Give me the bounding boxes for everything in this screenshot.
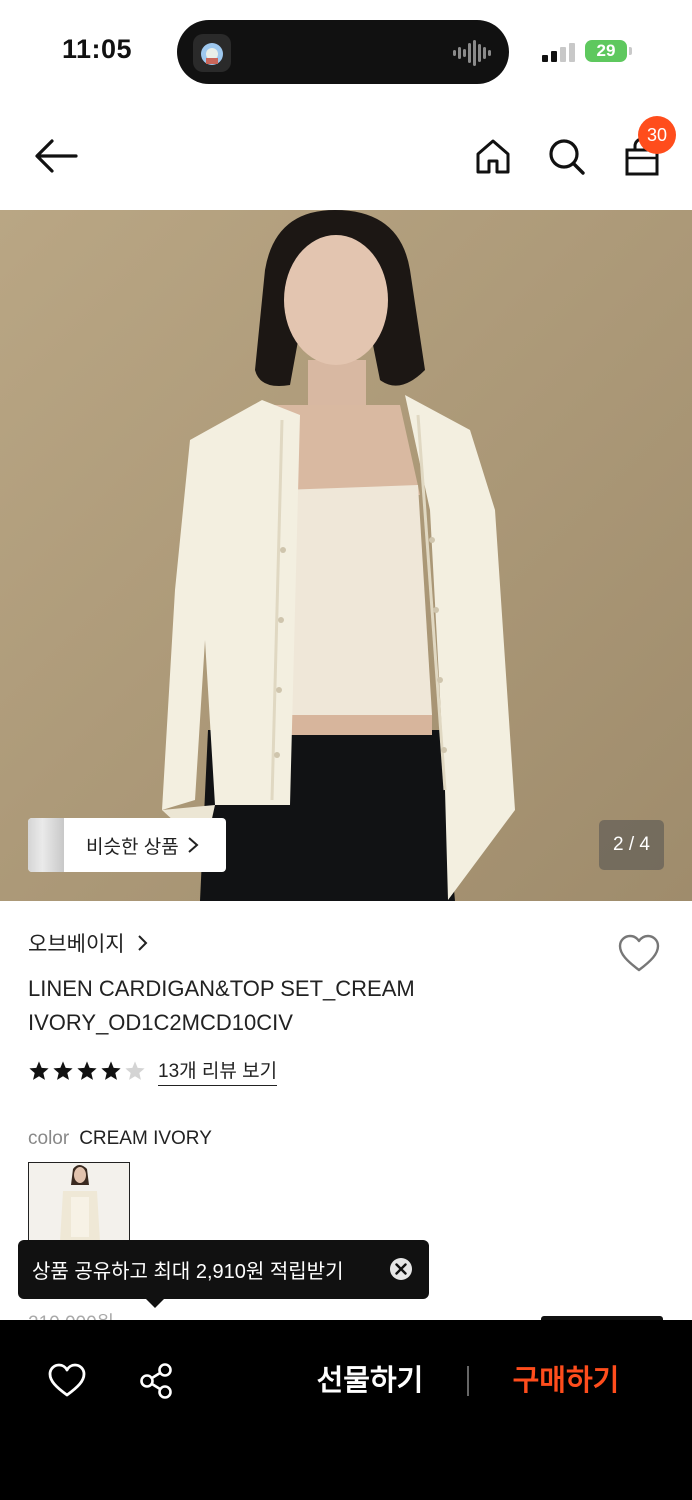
share-reward-text: 상품 공유하고 최대 2,910원 적립받기 — [32, 1261, 344, 1283]
bottom-action-bar — [0, 1320, 692, 1500]
star-filled-icon — [77, 1061, 97, 1080]
chevron-right-icon — [137, 935, 148, 951]
star-filled-icon — [29, 1061, 49, 1080]
product-rating: 13개 리뷰 보기 — [28, 1056, 278, 1086]
buy-button[interactable]: 구매하기 — [496, 1358, 636, 1402]
island-app-icon — [193, 34, 231, 72]
search-icon[interactable] — [548, 138, 586, 176]
color-label: color — [28, 1128, 70, 1149]
cart-count-badge: 30 — [638, 116, 676, 154]
audio-wave-icon — [453, 40, 491, 66]
bottom-bar-divider — [467, 1366, 469, 1396]
tooltip-arrow — [146, 1299, 164, 1308]
rating-stars — [28, 1060, 148, 1082]
battery-level: 29 — [596, 41, 616, 60]
selected-color: CREAM IVORY — [79, 1128, 212, 1149]
star-filled-icon — [53, 1061, 73, 1080]
share-reward-tooltip: 상품 공유하고 최대 2,910원 적립받기 — [18, 1240, 429, 1299]
price-original: 210,000원 — [28, 1308, 114, 1320]
chevron-right-icon — [188, 837, 199, 853]
reviews-link[interactable]: 13개 리뷰 보기 — [158, 1056, 278, 1086]
brand-name: 오브베이지 — [28, 933, 125, 956]
product-image[interactable] — [0, 210, 692, 901]
battery-tip — [629, 47, 632, 55]
nav-bar — [0, 100, 692, 210]
star-filled-icon — [101, 1061, 121, 1080]
share-icon[interactable] — [138, 1362, 176, 1400]
gift-button[interactable]: 선물하기 — [300, 1358, 440, 1402]
status-time: 11:05 — [62, 34, 133, 64]
image-page-indicator: 2 / 4 — [599, 820, 664, 870]
dynamic-island — [177, 20, 509, 84]
cellular-signal-icon — [542, 43, 575, 62]
brand-link[interactable]: 오브베이지 — [28, 928, 148, 958]
home-icon[interactable] — [475, 138, 511, 174]
status-bar: 11:05 29 — [0, 0, 692, 100]
similar-products-button[interactable]: 비슷한 상품 — [28, 818, 226, 872]
similar-products-label: 비슷한 상품 — [86, 836, 179, 858]
color-option-row: color CREAM IVORY — [28, 1128, 212, 1150]
product-title: LINEN CARDIGAN&TOP SET_CREAM IVORY_OD1C2… — [28, 976, 415, 1035]
star-empty-icon — [125, 1061, 145, 1080]
similar-products-thumbnail — [28, 818, 64, 872]
product-photo-illustration — [0, 210, 692, 901]
wishlist-heart-icon[interactable] — [617, 933, 661, 973]
like-heart-icon[interactable] — [47, 1362, 87, 1398]
battery-indicator: 29 — [585, 40, 627, 62]
back-arrow-icon[interactable] — [34, 138, 78, 174]
close-icon[interactable] — [389, 1257, 413, 1281]
